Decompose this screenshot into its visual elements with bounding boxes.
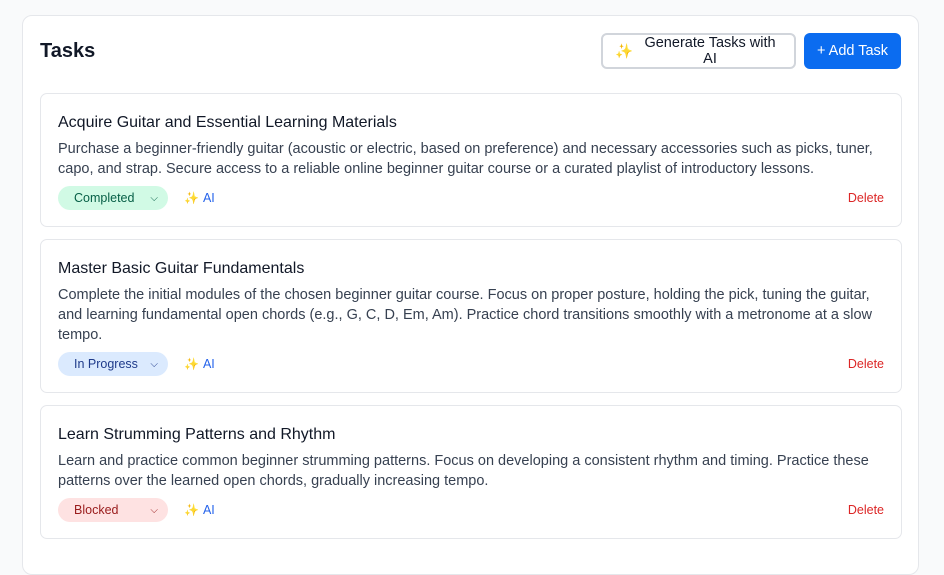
task-description: Purchase a beginner-friendly guitar (aco…: [58, 141, 873, 177]
sparkle-icon: ✨: [184, 503, 199, 517]
task-footer: Blocked ⌵ ✨ AI Delete: [58, 498, 884, 522]
chevron-down-icon: ⌵: [150, 358, 158, 370]
ai-button[interactable]: ✨ AI: [184, 357, 215, 371]
status-select[interactable]: Blocked ⌵: [58, 498, 168, 522]
ai-button[interactable]: ✨ AI: [184, 503, 215, 517]
tasks-panel: Tasks ✨ Generate Tasks with AI + Add Tas…: [22, 15, 919, 575]
task-footer: Completed ⌵ ✨ AI Delete: [58, 186, 884, 210]
sparkle-icon: ✨: [184, 357, 199, 371]
task-title: Learn Strumming Patterns and Rhythm: [58, 426, 336, 443]
add-task-button[interactable]: + Add Task: [804, 33, 901, 69]
chevron-down-icon: ⌵: [150, 192, 158, 204]
delete-button[interactable]: Delete: [848, 357, 884, 371]
status-value: Completed: [74, 191, 135, 205]
chevron-down-icon: ⌵: [150, 504, 158, 516]
task-title: Master Basic Guitar Fundamentals: [58, 260, 305, 277]
sparkle-icon: ✨: [615, 43, 634, 60]
ai-button[interactable]: ✨ AI: [184, 191, 215, 205]
page-title: Tasks: [40, 39, 96, 62]
task-title: Acquire Guitar and Essential Learning Ma…: [58, 114, 397, 131]
task-description: Complete the initial modules of the chos…: [58, 287, 872, 343]
ai-label: AI: [202, 191, 215, 205]
task-description: Learn and practice common beginner strum…: [58, 453, 869, 489]
tasks-header: Tasks ✨ Generate Tasks with AI + Add Tas…: [40, 33, 901, 69]
header-actions: ✨ Generate Tasks with AI + Add Task: [601, 33, 901, 69]
generate-tasks-button[interactable]: ✨ Generate Tasks with AI: [601, 33, 796, 69]
ai-label: AI: [202, 357, 215, 371]
sparkle-icon: ✨: [184, 191, 199, 205]
task-card: Learn Strumming Patterns and Rhythm Lear…: [40, 405, 902, 539]
task-card: Acquire Guitar and Essential Learning Ma…: [40, 93, 902, 227]
ai-label: AI: [202, 503, 215, 517]
task-card: Master Basic Guitar Fundamentals Complet…: [40, 239, 902, 393]
status-select[interactable]: Completed ⌵: [58, 186, 168, 210]
delete-button[interactable]: Delete: [848, 503, 884, 517]
status-value: In Progress: [74, 357, 138, 371]
task-footer: In Progress ⌵ ✨ AI Delete: [58, 352, 884, 376]
delete-button[interactable]: Delete: [848, 191, 884, 205]
status-value: Blocked: [74, 503, 119, 517]
status-select[interactable]: In Progress ⌵: [58, 352, 168, 376]
generate-tasks-label: Generate Tasks with AI: [644, 35, 776, 67]
